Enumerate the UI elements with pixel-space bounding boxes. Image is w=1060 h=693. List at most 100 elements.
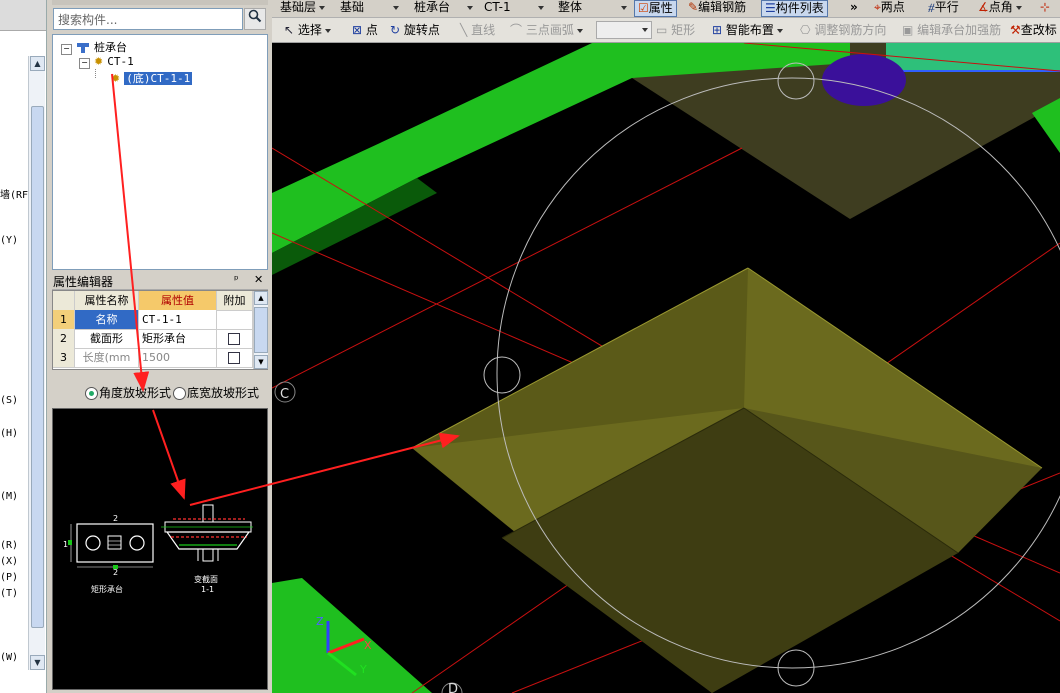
type-dropdown[interactable]: 基础 xyxy=(340,0,400,17)
toolbar-draw: ↖ 选择 ⊠ 点 ↻ 旋转点 ╲ 直线 ⌒ 三点画弧 ▭ 矩形 ⊞ 智能布置 ⎔… xyxy=(272,18,1060,43)
tree-leaf-label: (底)CT-1-1 xyxy=(124,72,193,85)
adjust-rebar-button[interactable]: ⎔ 调整钢筋方向 xyxy=(800,20,886,40)
arc-button[interactable]: ⌒ 三点画弧 xyxy=(510,20,583,40)
more-icon[interactable]: » xyxy=(850,0,858,17)
rect-icon: ▭ xyxy=(656,23,668,37)
properties-button[interactable]: ☑属性 xyxy=(634,0,677,17)
edit-rebar-button[interactable]: ✎编辑钢筋 xyxy=(688,0,746,17)
left-strip-item: (T) xyxy=(0,588,19,599)
component-list-button[interactable]: ☰构件列表 xyxy=(761,0,828,17)
scroll-thumb[interactable] xyxy=(31,106,44,628)
component-label: 桩承台 xyxy=(414,0,451,14)
properties-label: 属性 xyxy=(648,1,673,15)
left-strip-scrollbar[interactable]: ▲ ▼ xyxy=(28,56,45,670)
adjust-icon: ⎔ xyxy=(800,23,811,37)
model-canvas[interactable]: C D Z X Y xyxy=(272,43,1060,693)
rotate-point-button[interactable]: ↻ 旋转点 xyxy=(390,20,440,40)
component-list-label: 构件列表 xyxy=(775,1,824,15)
left-strip-item: 墙(RF xyxy=(0,190,29,201)
grid-icon: ⊞ xyxy=(712,23,723,37)
cap-drawing: 矩形承台 变截面 1-1 2 1 2 xyxy=(63,504,253,594)
table-row[interactable]: 1 名称 CT-1-1 xyxy=(53,310,253,330)
left-strip-item: (Y) xyxy=(0,235,19,246)
gear-icon: ✹ xyxy=(111,72,121,85)
scroll-down-icon[interactable]: ▼ xyxy=(254,355,268,369)
close-icon[interactable]: ✕ xyxy=(254,273,263,286)
tree-node-ct1-1[interactable]: ✹ (底)CT-1-1 xyxy=(111,70,193,86)
property-table: 属性名称 属性值 附加 1 名称 CT-1-1 2 截面形 矩形承台 3 长度(… xyxy=(52,290,268,370)
smart-layout-button[interactable]: ⊞ 智能布置 xyxy=(712,20,783,40)
chevron-down-icon xyxy=(324,28,331,33)
tree-node-ct1[interactable]: − ✹ CT-1 xyxy=(79,55,134,69)
edit-cap-rebar-button[interactable]: ▣ 编辑承台加强筋 xyxy=(902,20,1001,40)
point-button[interactable]: ⊠ 点 xyxy=(352,20,378,40)
property-value[interactable]: 1500 xyxy=(139,348,217,367)
scroll-down-icon[interactable]: ▼ xyxy=(30,655,45,670)
layer-label: 基础层 xyxy=(280,0,317,14)
scroll-up-icon[interactable]: ▲ xyxy=(254,291,268,305)
snap-icon: ⌖ xyxy=(874,0,881,14)
line-button[interactable]: ╲ 直线 xyxy=(460,20,495,40)
arc-param-dropdown[interactable] xyxy=(596,21,652,39)
scroll-up-icon[interactable]: ▲ xyxy=(30,56,45,71)
search-input[interactable]: 搜索构件... xyxy=(53,8,243,30)
3d-viewport[interactable]: C D Z X Y xyxy=(272,43,1060,693)
chevron-down-icon xyxy=(621,5,628,10)
two-points-label: 两点 xyxy=(880,0,905,14)
line-label: 直线 xyxy=(471,23,496,37)
rect-button[interactable]: ▭ 矩形 xyxy=(656,20,695,40)
property-name: 长度(mm xyxy=(75,348,139,367)
table-row[interactable]: 2 截面形 矩形承台 xyxy=(53,329,253,349)
table-row[interactable]: 3 长度(mm 1500 xyxy=(53,348,253,368)
edit-rebar-label: 编辑钢筋 xyxy=(698,0,747,14)
checkbox[interactable] xyxy=(228,352,240,364)
component-dropdown[interactable]: 桩承台 xyxy=(414,0,474,17)
collapse-icon[interactable]: − xyxy=(79,58,90,69)
point-icon: ⊠ xyxy=(352,23,363,37)
arc-label: 三点画弧 xyxy=(525,23,574,37)
scroll-thumb[interactable] xyxy=(254,307,268,353)
extra-cell xyxy=(217,329,253,348)
left-strip-toolbar xyxy=(0,0,46,31)
line-icon: ╲ xyxy=(460,23,468,37)
parallel-button[interactable]: ⧣平行 xyxy=(928,0,959,17)
two-points-button[interactable]: ⌖两点 xyxy=(874,0,905,17)
radio-width-label: 底宽放坡形式 xyxy=(187,386,260,400)
column-header[interactable]: 附加 xyxy=(217,291,253,310)
tree-root-label: 桩承台 xyxy=(94,41,127,54)
scope-dropdown[interactable]: 整体 xyxy=(558,0,628,17)
preview-label-right-1: 变截面 xyxy=(194,574,218,584)
snap-extra-icon[interactable]: ⊹ xyxy=(1040,0,1050,17)
property-value[interactable]: 矩形承台 xyxy=(139,329,217,348)
left-strip-item: (S) xyxy=(0,395,19,406)
left-strip-item: (W) xyxy=(0,652,19,663)
chevron-down-icon xyxy=(576,28,583,33)
row-number: 3 xyxy=(53,348,75,367)
find-button[interactable]: ⚒查改标 xyxy=(1010,20,1057,40)
radio-width-slope[interactable]: 底宽放坡形式 xyxy=(173,384,259,401)
select-button[interactable]: ↖ 选择 xyxy=(284,20,331,40)
property-table-scrollbar[interactable]: ▲ ▼ xyxy=(253,291,268,369)
property-name: 名称 xyxy=(75,310,139,329)
cursor-icon: ↖ xyxy=(284,23,295,37)
tree-node-root[interactable]: − 桩承台 xyxy=(61,39,127,55)
radio-angle-slope[interactable]: 角度放坡形式 xyxy=(85,384,171,401)
collapse-icon[interactable]: − xyxy=(61,44,72,55)
layer-dropdown[interactable]: 基础层 xyxy=(280,0,326,17)
smart-layout-label: 智能布置 xyxy=(725,23,774,37)
column-header[interactable]: 属性值 xyxy=(139,291,217,310)
rect-label: 矩形 xyxy=(671,23,696,37)
search-button[interactable] xyxy=(244,8,266,30)
chevron-down-icon xyxy=(537,5,544,10)
chevron-down-icon xyxy=(1015,5,1022,10)
find-icon: ⚒ xyxy=(1010,23,1021,37)
name-dropdown[interactable]: CT-1 xyxy=(484,0,544,17)
property-value[interactable]: CT-1-1 xyxy=(139,310,217,329)
left-strip-item: (X) xyxy=(0,556,19,567)
pin-icon[interactable]: ᵖ xyxy=(234,273,239,286)
point-angle-button[interactable]: ∡点角 xyxy=(978,0,1022,17)
name-label: CT-1 xyxy=(484,0,511,14)
radio-angle-label: 角度放坡形式 xyxy=(99,386,172,400)
checkbox[interactable] xyxy=(228,333,240,345)
column-header[interactable]: 属性名称 xyxy=(75,291,139,310)
